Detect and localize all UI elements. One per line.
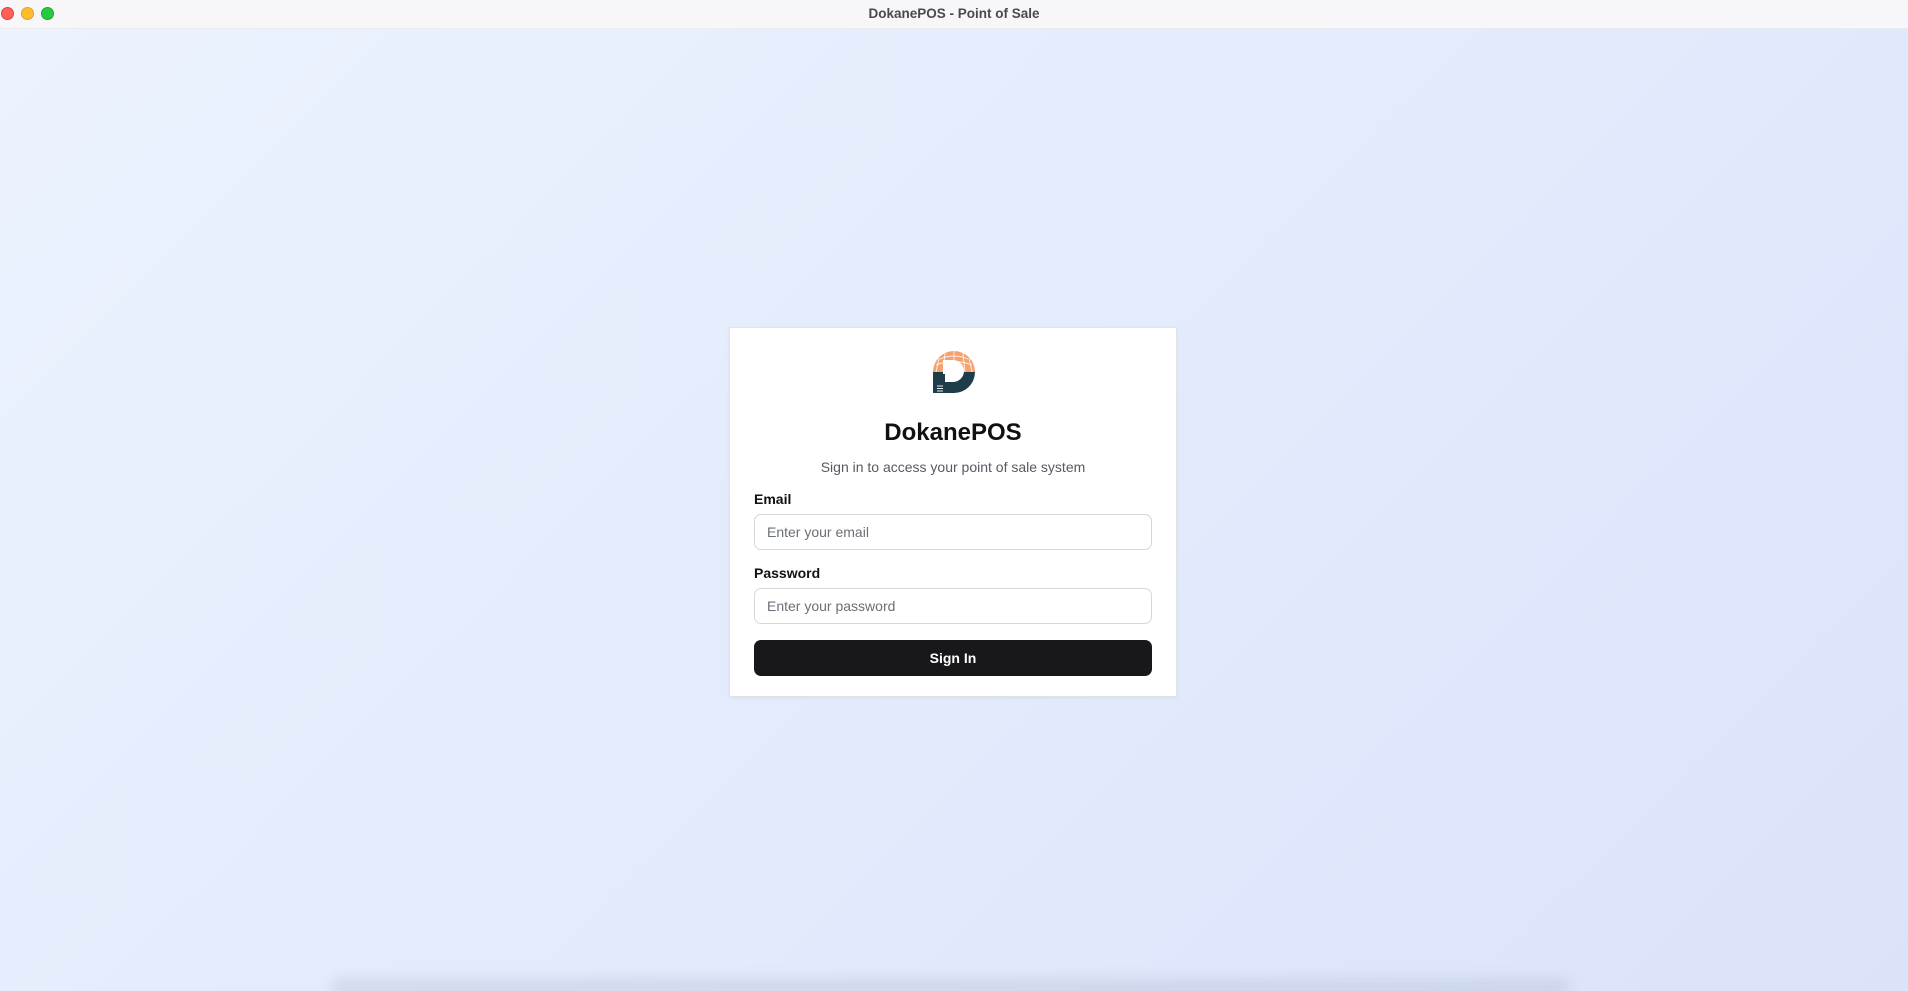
sign-in-button[interactable]: Sign In xyxy=(754,640,1152,676)
login-subtitle: Sign in to access your point of sale sys… xyxy=(820,459,1086,475)
app-title: DokanePOS xyxy=(884,419,1022,446)
title-bar: DokanePOS - Point of Sale xyxy=(0,0,1908,29)
dokanepos-logo-icon xyxy=(933,351,975,393)
email-input[interactable] xyxy=(754,514,1152,550)
app-window: DokanePOS - Point of Sale DokanePOS Sign… xyxy=(0,0,1908,991)
password-label: Password xyxy=(754,565,821,581)
password-input[interactable] xyxy=(754,588,1152,624)
window-title: DokanePOS - Point of Sale xyxy=(868,6,1040,21)
email-label: Email xyxy=(754,491,792,507)
dock-shadow xyxy=(330,978,1570,991)
login-card: DokanePOS Sign in to access your point o… xyxy=(729,327,1177,697)
